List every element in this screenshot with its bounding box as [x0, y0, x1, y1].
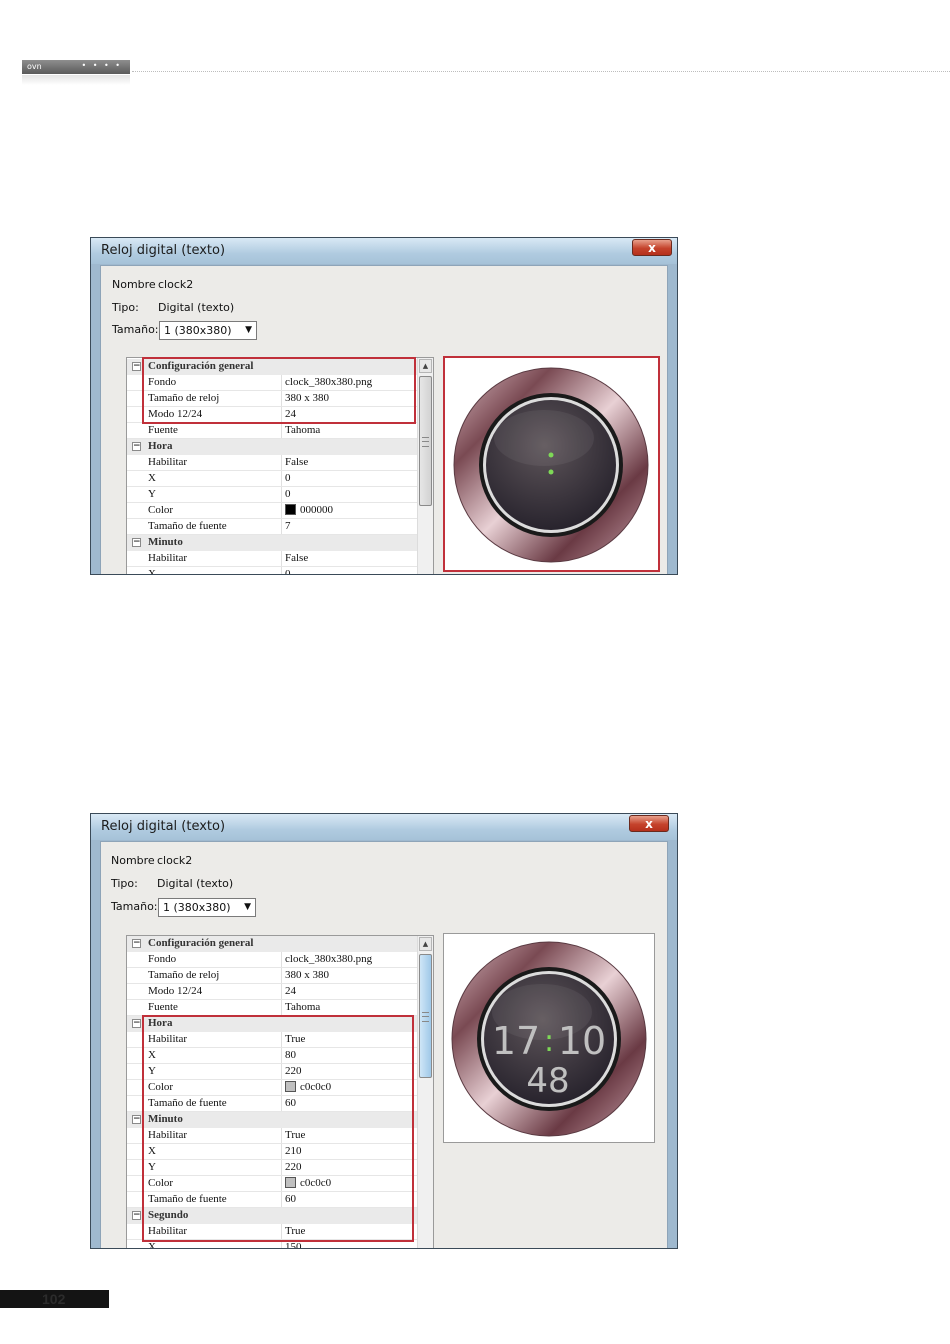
- tipo-label: Tipo:: [111, 877, 138, 890]
- category-minuto[interactable]: − Minuto: [127, 535, 418, 551]
- close-button[interactable]: x: [632, 239, 672, 256]
- prop-row-min-habilitar[interactable]: Habilitar False: [127, 551, 418, 567]
- prop-row-min-x[interactable]: X 0: [127, 567, 418, 574]
- dialog-body: Nombre clock2 Tipo: Digital (texto) Tama…: [100, 265, 668, 574]
- clock-face-image: 17 : 10 48: [451, 941, 647, 1137]
- clock-colon: :: [544, 1024, 554, 1059]
- property-grid[interactable]: − Configuración general Fondo clock_380x…: [126, 935, 434, 1248]
- nombre-label: Nombre: [111, 854, 155, 867]
- scroll-up-arrow-icon[interactable]: ▲: [419, 359, 432, 373]
- property-grid[interactable]: − Configuración general Fondo clock_380x…: [126, 357, 434, 574]
- nombre-label: Nombre: [112, 278, 156, 291]
- size-dropdown[interactable]: 1 (380x380) ▼: [158, 898, 256, 917]
- prop-row-hora-tamano[interactable]: Tamaño de fuente 7: [127, 519, 418, 535]
- clock-dialog-after: Reloj digital (texto) x Nombre clock2 Ti…: [90, 813, 678, 1249]
- prop-row-fondo[interactable]: Fondo clock_380x380.png: [127, 375, 418, 391]
- color-swatch: [285, 1081, 296, 1092]
- tipo-label: Tipo:: [112, 301, 139, 314]
- category-segundo[interactable]: − Segundo: [127, 1208, 418, 1224]
- vertical-scrollbar[interactable]: ▲: [417, 358, 433, 574]
- collapse-icon[interactable]: −: [132, 1115, 141, 1124]
- tipo-value: Digital (texto): [158, 301, 235, 314]
- prop-row-hora-x[interactable]: X 80: [127, 1048, 418, 1064]
- collapse-icon[interactable]: −: [132, 442, 141, 451]
- page-number: 102: [42, 1291, 66, 1307]
- header-logo: ovn: [27, 62, 42, 71]
- prop-row-modo[interactable]: Modo 12/24 24: [127, 984, 418, 1000]
- prop-row-min-habilitar[interactable]: Habilitar True: [127, 1128, 418, 1144]
- tamano-label: Tamaño:: [112, 323, 159, 336]
- prop-row-hora-tamano[interactable]: Tamaño de fuente 60: [127, 1096, 418, 1112]
- clock-hours: 17: [492, 1019, 540, 1063]
- size-dropdown-value: 1 (380x380): [164, 324, 232, 337]
- prop-row-fondo[interactable]: Fondo clock_380x380.png: [127, 952, 418, 968]
- header-reflection: [22, 75, 130, 85]
- prop-row-hora-color[interactable]: Color 000000: [127, 503, 418, 519]
- clock-minutes: 10: [558, 1019, 606, 1063]
- prop-row-hora-color[interactable]: Color c0c0c0: [127, 1080, 418, 1096]
- header-dotted-line: [132, 71, 950, 72]
- scroll-grip-icon: [422, 437, 429, 447]
- scroll-grip-icon: [422, 1012, 429, 1022]
- category-general[interactable]: − Configuración general: [127, 359, 418, 375]
- prop-row-hora-x[interactable]: X 0: [127, 471, 418, 487]
- collapse-icon[interactable]: −: [132, 362, 141, 371]
- dialog-titlebar: Reloj digital (texto) x: [91, 814, 677, 840]
- size-dropdown[interactable]: 1 (380x380) ▼: [159, 321, 257, 340]
- nombre-value: clock2: [158, 278, 194, 291]
- close-button[interactable]: x: [629, 815, 669, 832]
- nombre-value: clock2: [157, 854, 193, 867]
- collapse-icon[interactable]: −: [132, 1211, 141, 1220]
- prop-row-min-tamano[interactable]: Tamaño de fuente 60: [127, 1192, 418, 1208]
- dialog-title: Reloj digital (texto): [101, 243, 226, 258]
- scroll-thumb[interactable]: [419, 954, 432, 1078]
- size-dropdown-value: 1 (380x380): [163, 901, 231, 914]
- tipo-value: Digital (texto): [157, 877, 234, 890]
- prop-row-min-x[interactable]: X 210: [127, 1144, 418, 1160]
- category-hora[interactable]: − Hora: [127, 1016, 418, 1032]
- collapse-icon[interactable]: −: [132, 939, 141, 948]
- close-icon: x: [645, 816, 653, 831]
- clock-preview: 17 : 10 48: [443, 933, 655, 1143]
- dropdown-arrow-icon: ▼: [245, 325, 252, 335]
- prop-row-hora-y[interactable]: Y 0: [127, 487, 418, 503]
- dialog-titlebar: Reloj digital (texto) x: [91, 238, 677, 264]
- prop-row-tamano-reloj[interactable]: Tamaño de reloj 380 x 380: [127, 968, 418, 984]
- prop-row-fuente[interactable]: Fuente Tahoma: [127, 423, 418, 439]
- dialog-title: Reloj digital (texto): [101, 819, 226, 834]
- prop-row-min-color[interactable]: Color c0c0c0: [127, 1176, 418, 1192]
- prop-row-seg-x[interactable]: X 150: [127, 1240, 418, 1248]
- dropdown-arrow-icon: ▼: [244, 902, 251, 912]
- close-icon: x: [648, 240, 656, 255]
- prop-row-seg-habilitar[interactable]: Habilitar True: [127, 1224, 418, 1240]
- clock-preview: [443, 357, 659, 572]
- colon-dot: [548, 452, 554, 458]
- prop-row-modo[interactable]: Modo 12/24 24: [127, 407, 418, 423]
- prop-row-min-y[interactable]: Y 220: [127, 1160, 418, 1176]
- page-header-bar: ovn • • • •: [22, 60, 130, 74]
- header-dots: • • • •: [81, 61, 122, 70]
- tamano-label: Tamaño:: [111, 900, 158, 913]
- collapse-icon[interactable]: −: [132, 538, 141, 547]
- category-minuto[interactable]: − Minuto: [127, 1112, 418, 1128]
- color-swatch: [285, 1177, 296, 1188]
- prop-row-tamano-reloj[interactable]: Tamaño de reloj 380 x 380: [127, 391, 418, 407]
- color-swatch: [285, 504, 296, 515]
- prop-row-hora-habilitar[interactable]: Habilitar True: [127, 1032, 418, 1048]
- prop-row-hora-habilitar[interactable]: Habilitar False: [127, 455, 418, 471]
- scroll-thumb[interactable]: [419, 376, 432, 506]
- clock-dialog-before: Reloj digital (texto) x Nombre clock2 Ti…: [90, 237, 678, 575]
- collapse-icon[interactable]: −: [132, 1019, 141, 1028]
- prop-row-fuente[interactable]: Fuente Tahoma: [127, 1000, 418, 1016]
- scroll-up-arrow-icon[interactable]: ▲: [419, 937, 432, 951]
- prop-row-hora-y[interactable]: Y 220: [127, 1064, 418, 1080]
- vertical-scrollbar[interactable]: ▲: [417, 936, 433, 1248]
- category-general[interactable]: − Configuración general: [127, 936, 418, 952]
- clock-face-image: [453, 367, 649, 563]
- clock-seconds: 48: [526, 1061, 569, 1101]
- category-hora[interactable]: − Hora: [127, 439, 418, 455]
- dialog-body: Nombre clock2 Tipo: Digital (texto) Tama…: [100, 841, 668, 1248]
- colon-dot: [548, 469, 554, 475]
